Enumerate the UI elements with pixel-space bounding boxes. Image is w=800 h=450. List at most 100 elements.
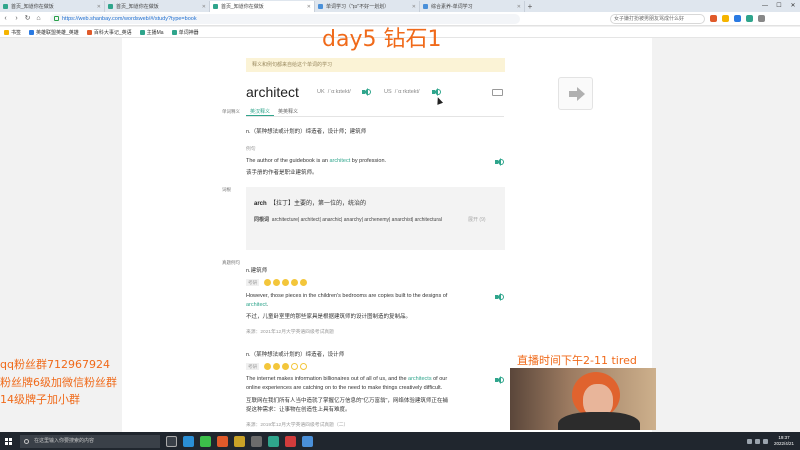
close-window-button[interactable]: ✕ bbox=[786, 0, 800, 12]
stream-title-overlay: day5 钻石1 bbox=[322, 27, 442, 52]
app-icon[interactable] bbox=[217, 435, 228, 447]
site-icon bbox=[139, 29, 145, 35]
speaker-icon[interactable] bbox=[495, 158, 504, 166]
extension-icon[interactable] bbox=[734, 15, 741, 22]
bookmark-label: 书签 bbox=[11, 29, 22, 36]
qq-group-overlay: qq粉丝群712967924 bbox=[0, 358, 110, 371]
exam-tag: 考研 bbox=[246, 279, 259, 286]
bookmark-item[interactable]: 百科大事记_英语 bbox=[86, 29, 132, 36]
rating-dot-icon bbox=[273, 279, 280, 286]
browser-tab[interactable]: 首页_知道你在做饭 ✕ bbox=[105, 1, 210, 12]
reload-button[interactable]: ↻ bbox=[22, 13, 33, 24]
extension-icon[interactable] bbox=[746, 15, 753, 22]
app-icon[interactable] bbox=[268, 435, 279, 447]
speaker-icon[interactable] bbox=[362, 88, 371, 96]
bookmark-item[interactable]: 主播Ma bbox=[139, 29, 164, 36]
rating-dot-icon bbox=[300, 279, 307, 286]
side-label-exam: 真题例句 bbox=[222, 260, 240, 265]
tab-label: 首页_知道你在做饭 bbox=[11, 4, 54, 10]
close-icon[interactable]: ✕ bbox=[95, 4, 101, 10]
app-icon[interactable] bbox=[302, 435, 313, 447]
close-icon[interactable]: ✕ bbox=[200, 4, 206, 10]
exam-sentence-zh: 不过，儿童卧室里的那些家具是根据建筑师的设计图制造的复制品。 bbox=[246, 314, 412, 320]
lock-icon bbox=[54, 16, 59, 21]
minimize-button[interactable]: — bbox=[758, 0, 772, 12]
search-icon bbox=[24, 438, 29, 444]
browser-tab[interactable]: 单词学习（"ɪ̯ʊ"不好一划划） ✕ bbox=[315, 1, 420, 12]
us-phonetic: US /ˈɑːrkɪtekt/ bbox=[384, 89, 420, 95]
url-text: https://web.shanbay.com/wordsweb/#/study… bbox=[62, 15, 197, 22]
browser-tab[interactable]: 综合素养-单词学习 ✕ bbox=[420, 1, 525, 12]
bookmark-label: 主播Ma bbox=[146, 29, 164, 36]
forward-button[interactable]: › bbox=[11, 13, 22, 24]
exam-sentence-en: However, those pieces in the children's … bbox=[246, 293, 448, 299]
difficulty-rating bbox=[264, 279, 309, 286]
speaker-icon[interactable] bbox=[432, 88, 441, 96]
speaker-icon[interactable] bbox=[495, 293, 504, 301]
etymology-box: arch 【拉丁】主要的，第一位的，统治的 同根词 architecture| … bbox=[246, 187, 505, 250]
exam-sentence-en: architect. bbox=[246, 302, 269, 308]
star-icon bbox=[4, 29, 9, 35]
app-icon[interactable] bbox=[234, 435, 245, 447]
network-icon[interactable] bbox=[746, 438, 752, 444]
site-icon bbox=[3, 4, 8, 9]
uk-phonetic: UK /ˈɑːkɪtekt/ bbox=[317, 89, 351, 95]
exam-tag: 考研 bbox=[246, 363, 259, 370]
clock[interactable]: 19:37 2022/4/21 bbox=[774, 435, 794, 447]
new-tab-button[interactable]: + bbox=[525, 1, 535, 12]
browser-tab[interactable]: 首页_知道你在做饭 ✕ bbox=[0, 1, 105, 12]
bookmark-item[interactable]: 书签 bbox=[4, 29, 21, 36]
cognate-list: architecture| architect| anarchic| anarc… bbox=[271, 217, 442, 223]
us-phonetic-text: /ˈɑːrkɪtekt/ bbox=[394, 89, 420, 95]
rating-dot-icon bbox=[264, 279, 271, 286]
input-method-icon[interactable] bbox=[762, 438, 768, 444]
home-button[interactable]: ⌂ bbox=[33, 13, 44, 24]
maximize-button[interactable]: ☐ bbox=[772, 0, 786, 12]
notice-bar: 释义和例句都来自给这个单词的学习 bbox=[246, 58, 505, 72]
cognate-label: 同根词 bbox=[254, 217, 270, 223]
extension-icon[interactable] bbox=[722, 15, 729, 22]
exam-sentence-zh: 捉这种需求：让事物在创造性上具有难度。 bbox=[246, 407, 351, 413]
exam-sentence-zh: 互联网在我们所有人当中造就了掌握亿万信息的"亿万富翁"，网络体验建筑师正在捕 bbox=[246, 398, 448, 404]
task-view-icon[interactable] bbox=[166, 435, 177, 447]
url-input[interactable]: https://web.shanbay.com/wordsweb/#/study… bbox=[50, 13, 520, 24]
exam-source: 来源：2021年12月大学英语四级考试真题 bbox=[246, 330, 334, 335]
side-label-definition: 单词释义 bbox=[222, 109, 240, 114]
webcam-feed bbox=[510, 368, 656, 430]
edge-browser-icon[interactable] bbox=[183, 435, 194, 447]
expand-count: (9) bbox=[479, 217, 486, 223]
bookmark-label: 百科大事记_英语 bbox=[93, 29, 132, 36]
bookmark-item[interactable]: 英雄联盟英雄_英雄 bbox=[29, 29, 79, 36]
root-gloss: 【拉丁】主要的，第一位的，统治的 bbox=[270, 201, 367, 207]
next-word-button[interactable] bbox=[558, 77, 593, 110]
rating-dot-icon bbox=[291, 363, 298, 370]
app-icon[interactable] bbox=[285, 435, 296, 447]
taskbar-search-input[interactable]: 在这里输入你要搜索的内容 bbox=[20, 434, 160, 448]
us-label: US bbox=[384, 89, 392, 95]
example-sentence: The author of the guidebook is an archit… bbox=[246, 158, 387, 164]
bookmark-item[interactable]: 单词神器 bbox=[171, 29, 199, 36]
expand-cognates-button[interactable]: 展开 (9) bbox=[468, 216, 486, 223]
app-icon[interactable] bbox=[251, 435, 262, 447]
keyboard-icon[interactable] bbox=[492, 89, 503, 96]
volume-icon[interactable] bbox=[754, 438, 760, 444]
close-icon[interactable]: ✕ bbox=[515, 4, 521, 10]
close-icon[interactable]: ✕ bbox=[305, 4, 311, 10]
browser-tab-active[interactable]: 首页_知道你在做饭 ✕ bbox=[210, 1, 315, 12]
window-controls: — ☐ ✕ bbox=[758, 0, 800, 12]
highlight-word: architect bbox=[246, 302, 267, 308]
speaker-icon[interactable] bbox=[495, 376, 504, 384]
windows-start-icon[interactable] bbox=[0, 432, 16, 450]
site-icon bbox=[213, 4, 218, 9]
back-button[interactable]: ‹ bbox=[0, 13, 11, 24]
tab-english-definition[interactable]: 英英释义 bbox=[274, 107, 302, 116]
close-icon[interactable]: ✕ bbox=[410, 4, 416, 10]
example-label: 例句 bbox=[246, 147, 256, 152]
browser-search-input[interactable]: 女子嫌打扮被男朋友骂成什么好 bbox=[610, 13, 705, 24]
extension-icon[interactable] bbox=[710, 15, 717, 22]
menu-icon[interactable] bbox=[758, 15, 765, 22]
wechat-icon[interactable] bbox=[200, 435, 211, 447]
system-tray: 19:37 2022/4/21 bbox=[744, 435, 800, 447]
exam-sense: n.（某种想法或计划的）缔造者，设计师 bbox=[246, 352, 345, 358]
tab-chinese-definition[interactable]: 英汉释义 bbox=[246, 107, 275, 116]
